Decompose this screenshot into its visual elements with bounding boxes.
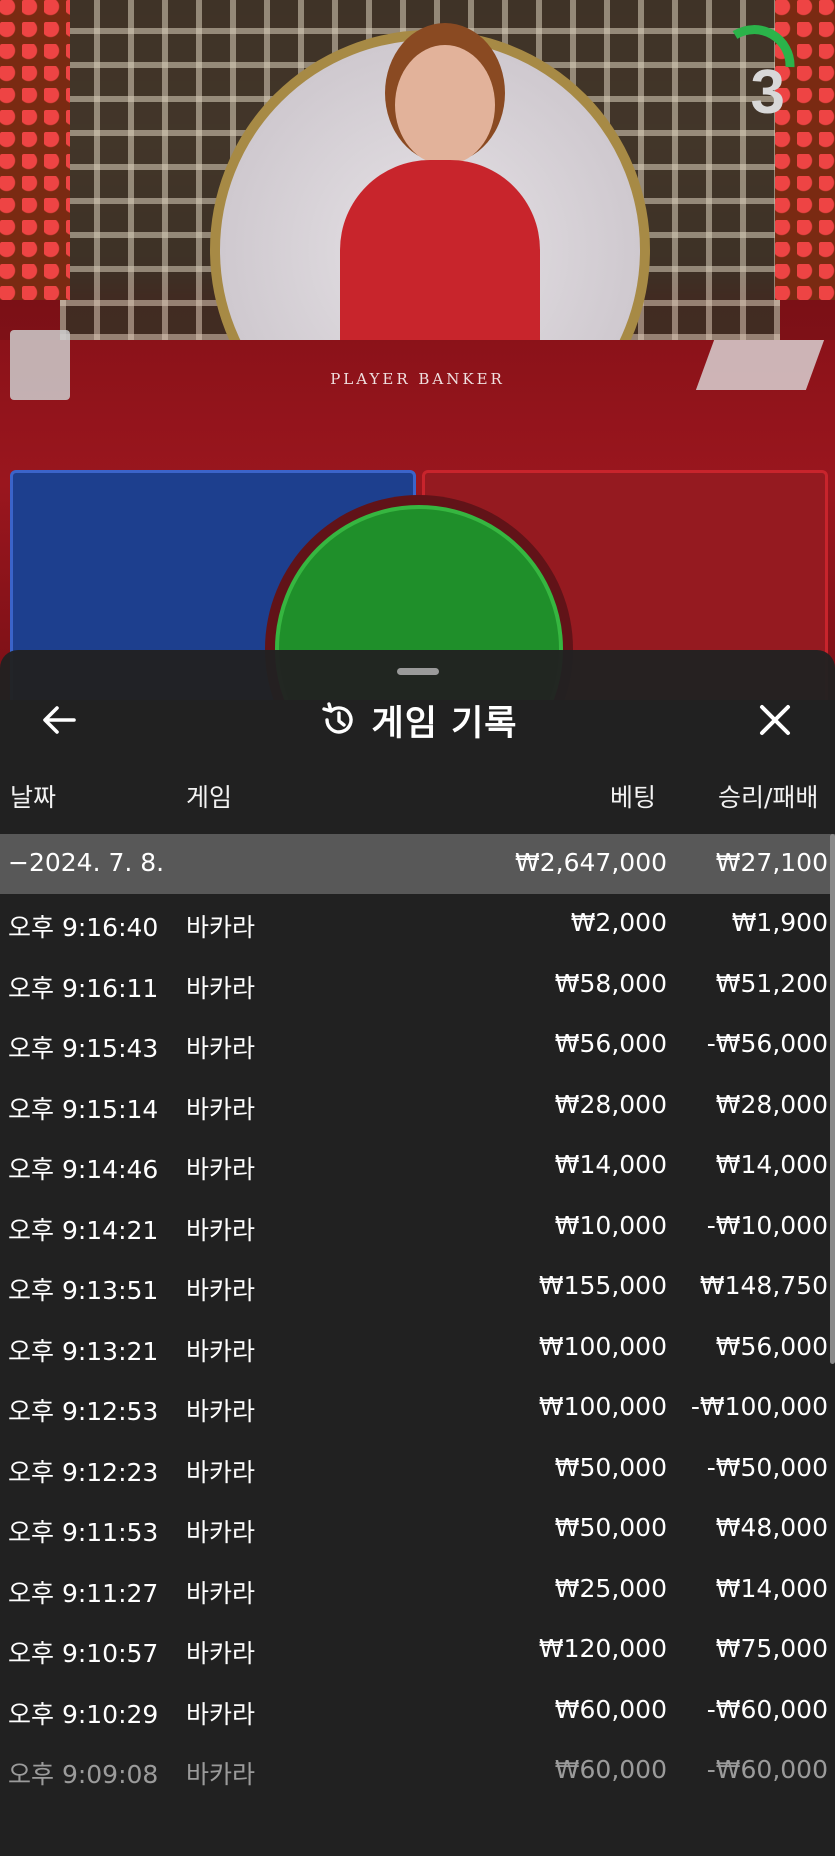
column-header-date: 날짜	[10, 783, 57, 812]
row-time: 오후 9:10:57	[8, 1639, 159, 1668]
row-game: 바카라	[186, 1699, 256, 1729]
history-row[interactable]: 오후 9:16:11 바카라 ₩58,000 ₩51,200	[0, 955, 835, 1016]
row-time: 오후 9:15:14	[8, 1094, 159, 1124]
row-bet: ₩56,000	[554, 1029, 667, 1058]
close-icon[interactable]	[753, 698, 797, 742]
row-time: 오후 9:16:40	[8, 913, 159, 942]
row-result: -₩10,000	[706, 1210, 828, 1240]
row-time: 오후 9:10:29	[8, 1699, 159, 1729]
row-result: -₩50,000	[706, 1452, 828, 1482]
row-bet: ₩2,000	[570, 908, 667, 937]
row-result: ₩14,000	[715, 1150, 828, 1179]
row-bet: ₩120,000	[538, 1634, 667, 1663]
column-header-game: 게임	[186, 783, 233, 812]
game-history-panel: 게임 기록 날짜 게임 베팅 승리/패배 −2024. 7. 8. ₩2,647…	[0, 650, 835, 1856]
row-game: 바카라	[186, 913, 256, 942]
row-game: 바카라	[186, 1276, 256, 1305]
row-time: 오후 9:12:53	[8, 1397, 159, 1426]
row-result: ₩56,000	[715, 1331, 828, 1361]
row-bet: ₩100,000	[538, 1331, 667, 1361]
row-result: -₩60,000	[706, 1694, 828, 1724]
row-bet: ₩50,000	[554, 1513, 667, 1542]
history-row[interactable]: 오후 9:11:53 바카라 ₩50,000 ₩48,000	[0, 1499, 835, 1560]
row-game: 바카라	[186, 1034, 256, 1063]
history-row[interactable]: 오후 9:16:40 바카라 ₩2,000 ₩1,900	[0, 894, 835, 955]
live-video: PLAYER BANKER 3	[0, 0, 835, 700]
history-list: −2024. 7. 8. ₩2,647,000 ₩27,100 오후 9:16:…	[0, 834, 835, 1802]
history-row[interactable]: 오후 9:12:53 바카라 ₩100,000 -₩100,000	[0, 1378, 835, 1439]
column-header-bet: 베팅	[610, 783, 657, 812]
row-time: 오후 9:09:08	[8, 1760, 159, 1789]
row-time: 오후 9:12:23	[8, 1457, 159, 1487]
drag-handle[interactable]	[397, 668, 439, 675]
row-time: 오후 9:11:53	[8, 1518, 159, 1547]
row-result: ₩14,000	[715, 1573, 828, 1603]
row-bet: ₩25,000	[554, 1573, 667, 1603]
row-time: 오후 9:15:43	[8, 1034, 159, 1063]
row-game: 바카라	[186, 1518, 256, 1547]
row-game: 바카라	[186, 1578, 256, 1608]
row-result: ₩28,000	[715, 1089, 828, 1119]
row-game: 바카라	[186, 1397, 256, 1426]
row-bet: ₩50,000	[554, 1452, 667, 1482]
panel-title: 게임 기록	[371, 703, 518, 744]
history-row[interactable]: 오후 9:13:21 바카라 ₩100,000 ₩56,000	[0, 1318, 835, 1379]
row-result: ₩148,750	[699, 1271, 828, 1300]
history-row[interactable]: 오후 9:10:29 바카라 ₩60,000 -₩60,000	[0, 1681, 835, 1742]
row-game: 바카라	[186, 1639, 256, 1668]
row-game: 바카라	[186, 1457, 256, 1487]
title-group: 게임 기록	[0, 690, 835, 750]
row-bet: ₩28,000	[554, 1089, 667, 1119]
discard-tray	[695, 340, 825, 390]
row-game: 바카라	[186, 1215, 256, 1245]
row-result: -₩100,000	[690, 1392, 828, 1421]
row-time: 오후 9:16:11	[8, 973, 159, 1003]
countdown-number: 3	[750, 58, 785, 127]
row-bet: ₩60,000	[554, 1755, 667, 1784]
row-result: ₩75,000	[715, 1634, 828, 1663]
row-time: 오후 9:11:27	[8, 1578, 159, 1608]
history-row[interactable]: 오후 9:14:21 바카라 ₩10,000 -₩10,000	[0, 1197, 835, 1258]
history-row[interactable]: 오후 9:13:51 바카라 ₩155,000 ₩148,750	[0, 1257, 835, 1318]
row-result: ₩48,000	[715, 1513, 828, 1542]
flower-decoration-left	[0, 0, 70, 300]
row-game: 바카라	[186, 1094, 256, 1124]
row-result: ₩1,900	[731, 908, 828, 937]
row-bet: ₩10,000	[554, 1210, 667, 1240]
row-bet: ₩100,000	[538, 1392, 667, 1421]
summary-result-total: ₩27,100	[715, 848, 828, 877]
scrollbar[interactable]	[830, 834, 835, 1364]
row-bet: ₩14,000	[554, 1150, 667, 1179]
row-time: 오후 9:13:21	[8, 1336, 159, 1366]
history-row[interactable]: 오후 9:15:14 바카라 ₩28,000 ₩28,000	[0, 1076, 835, 1137]
row-game: 바카라	[186, 1155, 256, 1184]
history-icon	[321, 702, 353, 734]
panel-header: 게임 기록	[0, 690, 835, 750]
row-result: -₩60,000	[706, 1755, 828, 1784]
column-header-result: 승리/패배	[718, 783, 819, 812]
row-time: 오후 9:14:46	[8, 1155, 159, 1184]
row-game: 바카라	[186, 973, 256, 1003]
history-row[interactable]: 오후 9:14:46 바카라 ₩14,000 ₩14,000	[0, 1136, 835, 1197]
row-bet: ₩58,000	[554, 968, 667, 998]
summary-bet-total: ₩2,647,000	[515, 848, 667, 877]
row-bet: ₩155,000	[538, 1271, 667, 1300]
card-shoe	[10, 330, 70, 400]
row-game: 바카라	[186, 1760, 256, 1789]
summary-date: −2024. 7. 8.	[8, 848, 165, 877]
row-time: 오후 9:14:21	[8, 1215, 159, 1245]
row-time: 오후 9:13:51	[8, 1276, 159, 1305]
history-row[interactable]: 오후 9:09:08 바카라 ₩60,000 -₩60,000	[0, 1741, 835, 1802]
arrow-left-icon[interactable]	[38, 698, 82, 742]
row-result: ₩51,200	[715, 968, 828, 998]
history-row[interactable]: 오후 9:12:23 바카라 ₩50,000 -₩50,000	[0, 1439, 835, 1500]
row-result: -₩56,000	[706, 1029, 828, 1058]
history-row[interactable]: 오후 9:10:57 바카라 ₩120,000 ₩75,000	[0, 1620, 835, 1681]
row-game: 바카라	[186, 1336, 256, 1366]
history-row[interactable]: 오후 9:11:27 바카라 ₩25,000 ₩14,000	[0, 1560, 835, 1621]
history-row[interactable]: 오후 9:15:43 바카라 ₩56,000 -₩56,000	[0, 1015, 835, 1076]
date-summary-row[interactable]: −2024. 7. 8. ₩2,647,000 ₩27,100	[0, 834, 835, 894]
row-bet: ₩60,000	[554, 1694, 667, 1724]
dealer-head	[395, 45, 495, 165]
